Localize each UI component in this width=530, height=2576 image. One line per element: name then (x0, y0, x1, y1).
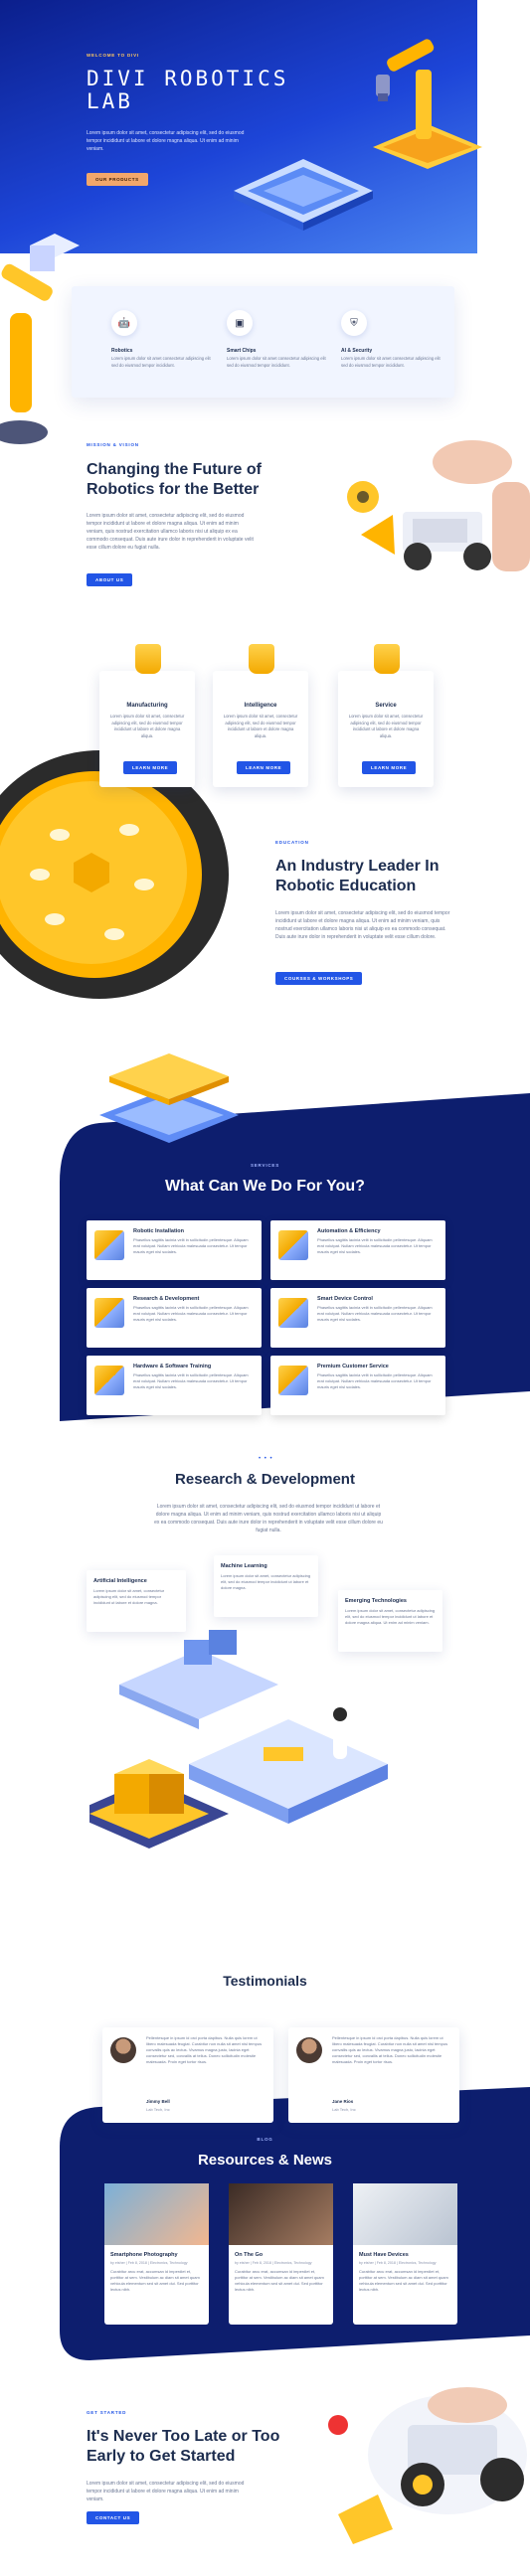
wrench-icon (374, 644, 400, 674)
news-excerpt: Curabitur arcu erat, accumsan id imperdi… (110, 2269, 200, 2292)
about-us-button[interactable]: ABOUT US (87, 573, 133, 586)
service-card-text: Lorem ipsum dolor sit amet, consectetur … (348, 714, 424, 738)
training-icon (94, 1366, 124, 1395)
research-note-text: Lorem ipsum dolor sit amet, consectetur … (93, 1588, 165, 1605)
hero-section: WELCOME TO DIVI DIVI ROBOTICS LAB Lorem … (0, 0, 482, 253)
service-item-title: Premium Customer Service (317, 1364, 389, 1369)
research-icon (94, 1298, 124, 1328)
lightbulb-icon (249, 644, 274, 674)
news-eyebrow: BLOG (257, 2137, 273, 2142)
testimonials-title: Testimonials (223, 1973, 307, 1989)
service-card-text: Lorem ipsum dolor sit amet, consectetur … (109, 714, 185, 738)
robot-icon: 🤖 (111, 310, 137, 336)
research-note-text: Lorem ipsum dolor sit amet, consectetur … (345, 1608, 436, 1625)
feature-text: Lorem ipsum dolor sit amet consectetur a… (227, 356, 326, 368)
avatar (110, 2037, 136, 2063)
mission-robot-car-illustration (347, 440, 530, 571)
service-item-title: Smart Device Control (317, 1296, 373, 1302)
services-platform-illustration (99, 1053, 239, 1143)
service-card-title: Service (375, 703, 397, 709)
avatar (296, 2037, 322, 2063)
research-title: Research & Development (175, 1471, 355, 1488)
feature-title: AI & Security (341, 348, 373, 354)
our-products-button[interactable]: OUR PRODUCTS (87, 173, 148, 186)
news-meta: by etsher | Feb 8, 2018 | Electronics, T… (359, 2261, 437, 2265)
mission-text: Lorem ipsum dolor sit amet, consectetur … (87, 513, 254, 551)
education-text: Lorem ipsum dolor sit amet, consectetur … (275, 910, 450, 940)
service-card-title: Intelligence (244, 703, 277, 709)
shield-icon: ⛨ (341, 310, 367, 336)
news-thumbnail[interactable] (229, 2183, 333, 2245)
research-text: Lorem ipsum dolor sit amet, consectetur … (154, 1504, 383, 1533)
research-note-text: Lorem ipsum dolor sit amet, consectetur … (221, 1573, 311, 1590)
testimonial-role: Lab Tech, Inc (332, 2107, 356, 2112)
news-excerpt: Curabitur arcu erat, accumsan id imperdi… (235, 2269, 324, 2292)
chip-icon: ▣ (227, 310, 253, 336)
hero-title-line2: LAB (87, 89, 133, 113)
services-title: What Can We Do For You? (165, 1178, 365, 1195)
learn-more-button[interactable]: LEARN MORE (237, 761, 291, 774)
courses-workshops-button[interactable]: COURSES & WORKSHOPS (275, 972, 363, 985)
service-item-title: Robotic Installation (133, 1228, 185, 1234)
service-card-title: Manufacturing (126, 703, 168, 709)
news-title[interactable]: Smartphone Photography (110, 2252, 178, 2258)
service-item-text: Phasellus sagittis lacinia velit in soll… (133, 1372, 249, 1389)
news-title[interactable]: Must Have Devices (359, 2252, 409, 2258)
cta-title: It's Never Too Late or Too Early to Get … (87, 2428, 280, 2465)
research-note-title: Artificial Intelligence (93, 1578, 147, 1584)
research-note-title: Emerging Technologies (345, 1598, 407, 1604)
feature-text: Lorem ipsum dolor sit amet consectetur a… (111, 356, 211, 368)
service-item-title: Research & Development (133, 1296, 200, 1302)
testimonial-role: Lab Tech, Inc (146, 2107, 170, 2112)
education-eyebrow: EDUCATION (275, 840, 309, 845)
testimonial-name: Jane Rios (332, 2099, 354, 2104)
automation-icon (278, 1230, 308, 1260)
hero-title: DIVI ROBOTICS LAB (87, 68, 288, 113)
news-meta: by etsher | Feb 8, 2018 | Electronics, T… (235, 2261, 312, 2265)
research-dots-icon: • • • (259, 1456, 273, 1462)
feature-panel (72, 286, 454, 398)
service-item-title: Hardware & Software Training (133, 1364, 212, 1369)
learn-more-button[interactable]: LEARN MORE (362, 761, 417, 774)
cta-text: Lorem ipsum dolor sit amet, consectetur … (87, 2481, 245, 2502)
service-item-text: Phasellus sagittis lacinia velit in soll… (133, 1305, 249, 1322)
contact-us-button[interactable]: CONTACT US (87, 2511, 140, 2524)
service-item-text: Phasellus sagittis lacinia velit in soll… (317, 1305, 433, 1322)
services-eyebrow: SERVICES (250, 1163, 280, 1168)
customer-service-icon (278, 1366, 308, 1395)
research-note-title: Machine Learning (221, 1563, 267, 1569)
news-thumbnail[interactable] (104, 2183, 209, 2245)
education-title: An Industry Leader In Robotic Education (275, 858, 440, 894)
feature-title: Robotics (111, 348, 133, 354)
hero-eyebrow: WELCOME TO DIVI (87, 53, 139, 58)
news-title[interactable]: On The Go (235, 2252, 263, 2258)
testimonial-text: Pellentesque in ipsum id orci porta dapi… (332, 2035, 448, 2064)
testimonial-text: Pellentesque in ipsum id orci porta dapi… (146, 2035, 263, 2064)
service-item-title: Automation & Efficiency (317, 1228, 381, 1234)
factory-arm-icon (135, 644, 161, 674)
feature-text: Lorem ipsum dolor sit amet consectetur a… (341, 356, 441, 368)
news-thumbnail[interactable] (353, 2183, 457, 2245)
hero-title-line1: DIVI ROBOTICS (87, 67, 289, 90)
news-meta: by etsher | Feb 8, 2018 | Electronics, T… (110, 2261, 188, 2265)
learn-more-button[interactable]: LEARN MORE (123, 761, 178, 774)
service-item-text: Phasellus sagittis lacinia velit in soll… (317, 1237, 433, 1254)
news-title: Resources & News (197, 2152, 333, 2169)
page: WELCOME TO DIVI DIVI ROBOTICS LAB Lorem … (0, 0, 530, 2576)
research-lab-illustration (89, 1630, 388, 1849)
cta-eyebrow: GET STARTED (87, 2410, 127, 2415)
mission-eyebrow: MISSION & VISION (87, 442, 139, 447)
feature-title: Smart Chips (227, 348, 257, 354)
testimonial-name: Jimmy Bell (146, 2099, 170, 2104)
mission-title: Changing the Future of Robotics for the … (87, 461, 262, 498)
service-card-text: Lorem ipsum dolor sit amet, consectetur … (223, 714, 298, 738)
cta-robot-car-illustration (328, 2387, 527, 2544)
hero-chip-illustration (234, 159, 373, 231)
news-excerpt: Curabitur arcu erat, accumsan id imperdi… (359, 2269, 448, 2292)
device-control-icon (278, 1298, 308, 1328)
hero-robot-arm-illustration (373, 39, 482, 169)
installation-icon (94, 1230, 124, 1260)
service-item-text: Phasellus sagittis lacinia velit in soll… (317, 1372, 433, 1389)
service-item-text: Phasellus sagittis lacinia velit in soll… (133, 1237, 249, 1254)
